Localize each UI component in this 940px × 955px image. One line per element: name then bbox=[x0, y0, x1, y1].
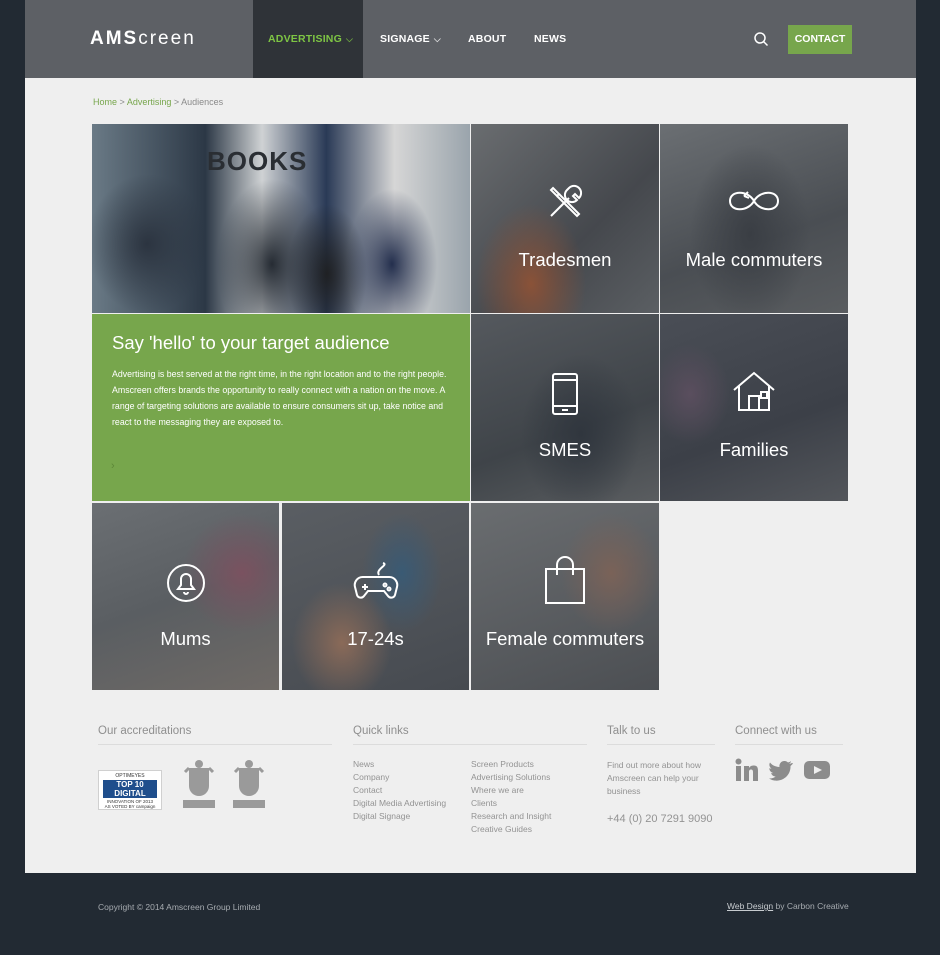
shopping-bag-icon bbox=[545, 556, 585, 604]
linkedin-icon[interactable] bbox=[735, 758, 759, 782]
tile-label: Families bbox=[719, 439, 789, 460]
intro-panel: Say 'hello' to your target audience Adve… bbox=[92, 314, 470, 501]
contact-button[interactable]: CONTACT bbox=[788, 25, 852, 54]
footer-link-digital-signage[interactable]: Digital Signage bbox=[353, 810, 446, 823]
house-icon bbox=[733, 371, 775, 411]
tools-icon bbox=[549, 184, 583, 218]
twitter-icon[interactable] bbox=[769, 758, 793, 782]
nav-signage[interactable]: SIGNAGE ⌵ bbox=[380, 0, 441, 78]
amscreen-logo[interactable]: AMScreen bbox=[90, 28, 196, 50]
site-header: AMScreen ADVERTISING ⌵ SIGNAGE ⌵ ABOUT NEW… bbox=[25, 0, 916, 78]
tile-label: SMES bbox=[538, 439, 592, 460]
nav-news[interactable]: NEWS bbox=[534, 0, 566, 78]
tile-tradesmen[interactable]: Tradesmen bbox=[471, 124, 659, 313]
breadcrumb: Home > Advertising > Audiences bbox=[93, 97, 224, 107]
breadcrumb-current: Audiences bbox=[181, 97, 224, 107]
nav-about[interactable]: ABOUT bbox=[468, 0, 506, 78]
tile-label: 17-24s bbox=[347, 628, 404, 649]
footer-link-where-we-are[interactable]: Where we are bbox=[471, 784, 551, 797]
connect-heading: Connect with us bbox=[735, 725, 843, 745]
mobile-icon bbox=[552, 373, 578, 415]
credit-text: Web Design by Carbon Creative bbox=[727, 901, 849, 911]
tile-label: Tradesmen bbox=[518, 249, 612, 270]
tile-mums[interactable]: Mums bbox=[92, 503, 279, 690]
tile-17-24s[interactable]: 17-24s bbox=[282, 503, 469, 690]
talk-text: Find out more about how Amscreen can hel… bbox=[607, 760, 702, 796]
talk-heading: Talk to us bbox=[607, 725, 715, 745]
copyright-text: Copyright © 2014 Amscreen Group Limited bbox=[98, 902, 261, 912]
page-container: AMScreen ADVERTISING ⌵ SIGNAGE ⌵ ABOUT NEW… bbox=[25, 0, 916, 873]
breadcrumb-home[interactable]: Home bbox=[93, 97, 117, 107]
award-crest-icon bbox=[233, 760, 265, 808]
quick-links-heading: Quick links bbox=[353, 725, 587, 745]
search-icon[interactable] bbox=[753, 31, 769, 47]
top10-digital-badge: OPTIMEYES TOP 10 DIGITAL INNOVATION OF 2… bbox=[98, 770, 162, 810]
footer-link-contact[interactable]: Contact bbox=[353, 784, 446, 797]
phone-number[interactable]: +44 (0) 20 7291 9090 bbox=[607, 813, 713, 825]
hero-sign-text: BOOKS bbox=[207, 146, 308, 176]
chevron-down-icon: ⌵ bbox=[345, 34, 353, 44]
intro-body: Advertising is best served at the right … bbox=[112, 369, 447, 427]
tile-families[interactable]: Families bbox=[660, 314, 848, 501]
footer-link-news[interactable]: News bbox=[353, 758, 446, 771]
footer-link-screen-products[interactable]: Screen Products bbox=[471, 758, 551, 771]
tile-female-commuters[interactable]: Female commuters bbox=[471, 503, 659, 690]
tile-label: Male commuters bbox=[685, 249, 823, 270]
accreditations-heading: Our accreditations bbox=[98, 725, 332, 745]
footer-link-digital-media-advertising[interactable]: Digital Media Advertising bbox=[353, 797, 446, 810]
quick-links-col-1: News Company Contact Digital Media Adver… bbox=[353, 758, 446, 823]
youtube-icon[interactable] bbox=[803, 758, 831, 782]
intro-title: Say 'hello' to your target audience bbox=[112, 332, 390, 353]
tile-label: Female commuters bbox=[485, 628, 645, 649]
breadcrumb-advertising[interactable]: Advertising bbox=[127, 97, 172, 107]
footer-link-company[interactable]: Company bbox=[353, 771, 446, 784]
hero-image: BOOKS bbox=[92, 124, 470, 313]
tile-male-commuters[interactable]: Male commuters bbox=[660, 124, 848, 313]
bell-icon bbox=[166, 564, 205, 602]
chevron-down-icon: ⌵ bbox=[433, 34, 441, 44]
tile-label: Mums bbox=[160, 628, 211, 649]
nav-advertising[interactable]: ADVERTISING ⌵ bbox=[253, 0, 363, 78]
footer-link-advertising-solutions[interactable]: Advertising Solutions bbox=[471, 771, 551, 784]
footer-link-research-insight[interactable]: Research and Insight bbox=[471, 810, 551, 823]
web-design-link[interactable]: Web Design bbox=[727, 901, 773, 911]
footer-link-clients[interactable]: Clients bbox=[471, 797, 551, 810]
footer-link-creative-guides[interactable]: Creative Guides bbox=[471, 823, 551, 836]
award-crest-icon bbox=[183, 760, 215, 808]
gamepad-icon bbox=[353, 562, 398, 599]
infinity-icon bbox=[728, 191, 780, 211]
tile-smes[interactable]: SMES bbox=[471, 314, 659, 501]
quick-links-col-2: Screen Products Advertising Solutions Wh… bbox=[471, 758, 551, 836]
chevron-right-icon[interactable]: › bbox=[111, 460, 115, 472]
